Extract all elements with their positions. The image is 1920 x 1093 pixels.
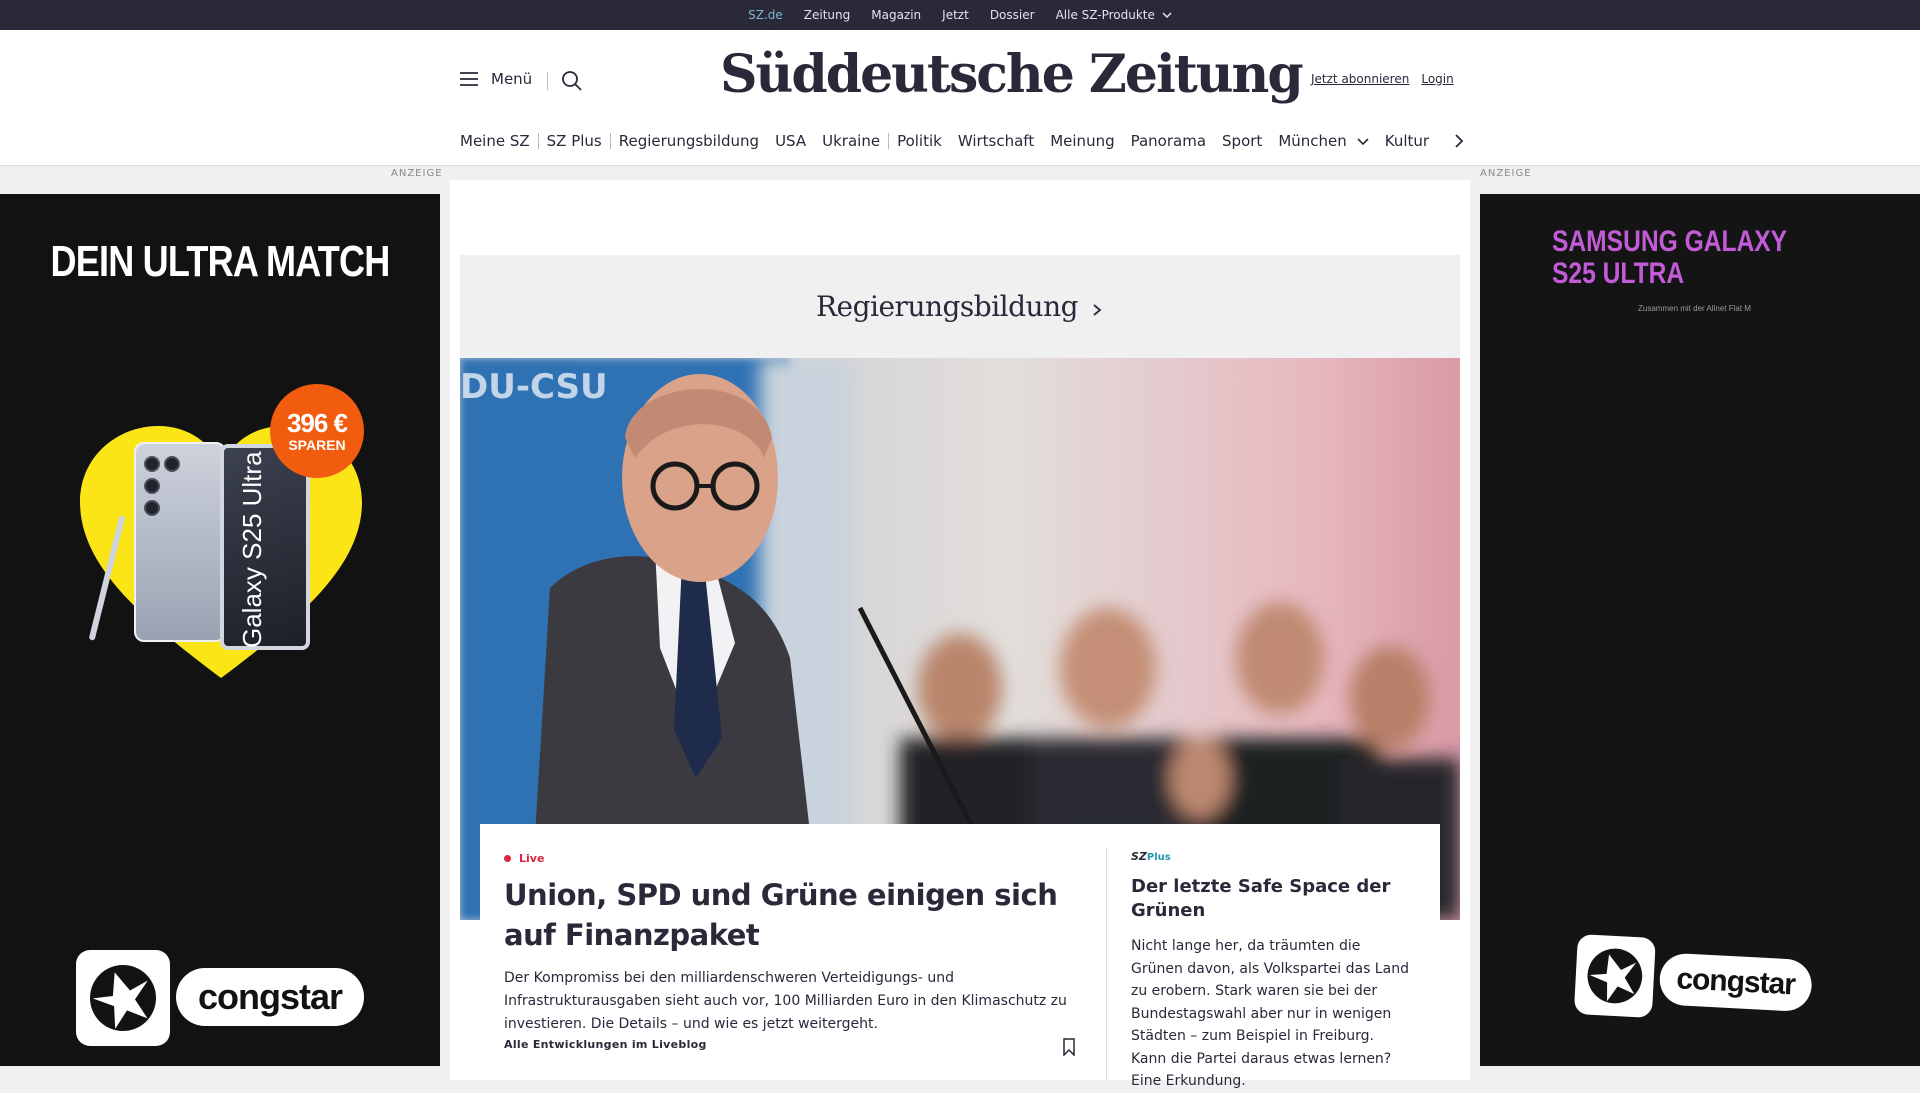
side-story-headline[interactable]: Der letzte Safe Space der Grünen [1131,875,1411,923]
menu-button[interactable]: Menü [459,70,532,88]
chevron-down-icon [1162,12,1172,19]
all-products-dropdown[interactable]: Alle SZ-Produkte [1056,8,1172,22]
chevron-right-icon [1093,303,1102,316]
account-links: Jetzt abonnieren Login [1311,72,1454,86]
live-dot-icon [504,855,511,862]
chevron-down-icon [1357,138,1369,146]
ad-small-text: Zusammen mit der Allnet Flat M [1638,304,1751,313]
site-header: Menü Süddeutsche Zeitung Jetzt abonniere… [0,30,1920,166]
sz-plus-sz: SZ [1131,850,1147,863]
lead-story-card: Live Union, SPD und Grüne einigen sich a… [480,824,1440,1089]
phone-front-image: Galaxy S25 Ultra [220,444,310,650]
section-header-regierungsbildung[interactable]: Regierungsbildung [460,255,1460,358]
ad-headline: SAMSUNG GALAXY S25 ULTRA [1552,226,1787,290]
nav-item-ukraine[interactable]: Ukraine [814,132,888,150]
phone-back-image [134,442,226,642]
nav-item-politik[interactable]: Politik [889,132,950,150]
site-logo[interactable]: Süddeutsche Zeitung [720,44,1304,114]
lead-story-teaser: Der Kompromiss bei den milliardenschwere… [504,970,1067,1032]
product-bar: SZ.de Zeitung Magazin Jetzt Dossier Alle… [0,0,1920,30]
nav-item-wirtschaft[interactable]: Wirtschaft [950,132,1042,150]
live-label: Live [519,852,545,865]
ad-headline-line2: S25 ULTRA [1552,257,1685,290]
savings-value: 396 € [286,408,348,438]
product-link-szde[interactable]: SZ.de [748,8,783,22]
hero-sign-text: DU-CSU [460,367,608,407]
left-skyscraper-ad[interactable]: DEIN ULTRA MATCH Galaxy S25 Ultra 396 € … [0,194,440,1066]
side-story-teaser: Nicht lange her, da träumten die Grünen … [1131,938,1409,1089]
right-skyscraper-ad[interactable]: SAMSUNG GALAXY S25 ULTRA Zusammen mit de… [1480,194,1920,1066]
all-products-label: Alle SZ-Produkte [1055,8,1155,22]
sz-plus-plus: Plus [1146,852,1171,863]
live-badge: Live [504,852,1064,865]
lead-story-headline[interactable]: Union, SPD und Grüne einigen sich auf Fi… [504,875,1064,955]
ad-headline-line1: SAMSUNG GALAXY [1552,225,1788,258]
sz-plus-badge: SZPlus [1131,850,1411,863]
congstar-star-icon [90,965,156,1031]
section-title: Regierungsbildung [815,290,1079,323]
product-link-dossier[interactable]: Dossier [990,8,1035,22]
login-link[interactable]: Login [1421,72,1453,86]
ad-label-right: ANZEIGE [1480,168,1532,179]
congstar-wordmark: congstar [176,968,364,1026]
congstar-wordmark: congstar [1658,952,1813,1013]
menu-label: Menü [491,70,533,88]
nav-item-sport[interactable]: Sport [1214,132,1270,150]
nav-item-meinung[interactable]: Meinung [1042,132,1122,150]
chevron-right-icon[interactable] [1451,133,1467,149]
nav-item-panorama[interactable]: Panorama [1123,132,1214,150]
nav-item-meine-sz[interactable]: Meine SZ [460,132,538,150]
card-divider [1106,848,1107,1080]
ad-label-left: ANZEIGE [391,168,443,179]
nav-item-kultur[interactable]: Kultur [1377,132,1437,150]
search-icon[interactable] [561,70,583,92]
nav-item-usa[interactable]: USA [767,132,814,150]
congstar-star-logo [1573,934,1656,1018]
savings-label: SPAREN [288,437,346,453]
header-divider [547,72,548,90]
savings-badge: 396 € SPAREN [270,384,364,478]
main-navigation: Meine SZ SZ Plus Regierungsbildung USA U… [460,130,1467,152]
product-link-zeitung[interactable]: Zeitung [804,8,850,22]
lead-story[interactable]: Live Union, SPD und Grüne einigen sich a… [504,852,1067,1036]
subscribe-link[interactable]: Jetzt abonnieren [1311,72,1409,86]
product-link-jetzt[interactable]: Jetzt [942,8,969,22]
nav-item-muenchen[interactable]: München [1270,132,1376,150]
liveblog-link[interactable]: Alle Entwicklungen im Liveblog [504,1038,707,1051]
nav-item-muenchen-label: München [1278,132,1347,150]
product-link-magazin[interactable]: Magazin [871,8,921,22]
bookmark-icon[interactable] [1062,1038,1076,1056]
congstar-star-logo [76,950,170,1046]
phone-text: Galaxy S25 Ultra [237,451,267,648]
nav-item-sz-plus[interactable]: SZ Plus [539,132,610,150]
nav-item-regierungsbildung[interactable]: Regierungsbildung [611,132,767,150]
side-story[interactable]: SZPlus Der letzte Safe Space der Grünen … [1131,850,1411,1093]
ad-headline: DEIN ULTRA MATCH [50,237,391,286]
congstar-star-icon [1587,948,1643,1004]
hamburger-icon [460,72,478,86]
